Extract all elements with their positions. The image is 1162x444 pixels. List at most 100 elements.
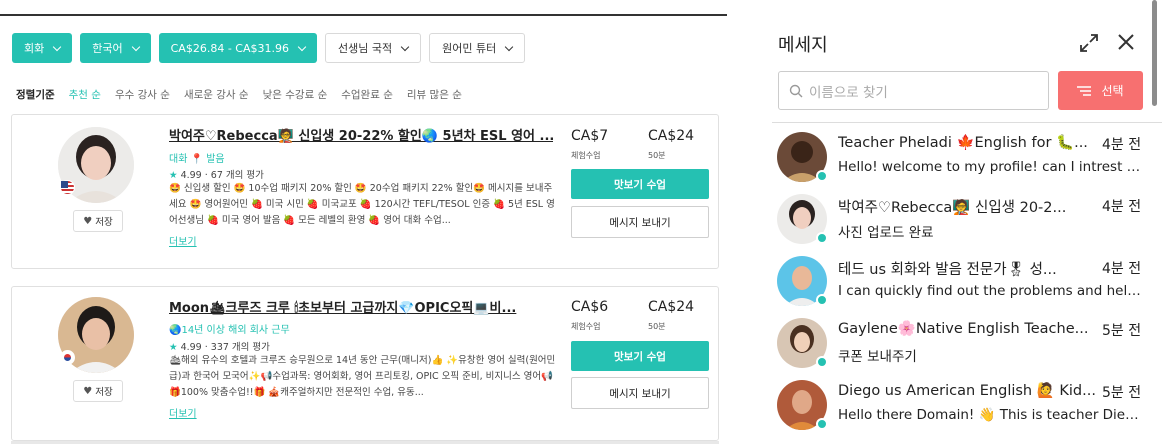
conversation-time: 4분 전 [1102, 137, 1142, 153]
save-button[interactable]: ♥ 저장 [73, 210, 123, 232]
review-count: 337 개의 평가 [210, 342, 270, 353]
filter-label: 회화 [24, 42, 45, 55]
online-indicator [816, 356, 828, 368]
sort-option-low-price[interactable]: 낮은 수강료 순 [263, 87, 328, 102]
trial-price-label: 체험수업 [571, 322, 601, 331]
sort-option-reviews[interactable]: 리뷰 많은 순 [407, 87, 462, 102]
filter-lines-icon [1077, 85, 1092, 96]
more-link[interactable]: 더보기 [169, 233, 197, 248]
panel-divider [772, 122, 1162, 123]
message-panel: 메세지 이름으로 찾기 선택 Teacher Pheladi 🍁English … [772, 0, 1162, 444]
conversation-name: Gaylene🌸Native English Teache... [838, 321, 1089, 337]
tutor-description: 🛳해외 유수의 호텔과 크루즈 승무원으로 14년 동안 근무(매니저)👍 ✨유… [169, 355, 556, 398]
filter-label: 선생님 국적 [337, 42, 393, 55]
conversation-time: 4분 전 [1102, 261, 1142, 277]
chevron-down-icon [131, 42, 140, 51]
conversation-name: 박여주♡Rebecca🧑‍🏫 신입생 20-2... [838, 200, 1067, 216]
kr-flag-icon [60, 350, 75, 365]
tutor-card[interactable]: ♥ 저장 박여주♡Rebecca🧑‍🏫 신입생 20-22% 할인🌏 5년차 ES… [11, 114, 719, 269]
review-count: 67 개의 평가 [210, 170, 264, 181]
tutor-description: 🤩 신입생 할인 🤩 10수업 패키지 20% 할인 🤩 20수업 패키지 22… [169, 183, 555, 226]
trial-price-label: 체험수업 [571, 151, 601, 160]
trial-lesson-button[interactable]: 맛보기 수업 [571, 341, 709, 371]
close-icon[interactable] [1116, 32, 1136, 52]
chevron-down-icon [504, 42, 514, 51]
sort-option-top-tutor[interactable]: 우수 강사 순 [115, 87, 170, 102]
search-placeholder: 이름으로 찾기 [809, 84, 888, 101]
conversation-item[interactable]: Gaylene🌸Native English Teache... 5분 전 쿠폰… [772, 310, 1152, 372]
conversation-item[interactable]: Diego us American English 🙋 Kid... 5분 전 … [772, 372, 1152, 434]
sort-option-lessons[interactable]: 수업완료 순 [341, 87, 393, 102]
trial-price: CA$6 [571, 299, 609, 315]
conversation-name: Diego us American English 🙋 Kid... [838, 383, 1096, 399]
conversation-preview: 쿠폰 보내주기 [838, 349, 917, 365]
select-label: 선택 [1101, 84, 1124, 98]
select-button[interactable]: 선택 [1058, 71, 1143, 110]
us-flag-icon [60, 180, 75, 195]
filter-native[interactable]: 원어민 튜터 [429, 33, 526, 63]
chevron-down-icon [53, 42, 62, 51]
tutor-name[interactable]: 박여주♡Rebecca🧑‍🏫 신입생 20-22% 할인🌏 5년차 ESL 영어… [169, 125, 553, 144]
conversation-preview: I can quickly find out the problems and … [838, 283, 1144, 299]
lesson-price: CA$24 [648, 299, 695, 315]
chevron-down-icon [297, 42, 307, 51]
lesson-price-label: 50분 [648, 322, 666, 331]
conversation-time: 5분 전 [1102, 385, 1142, 401]
conversation-time: 5분 전 [1102, 323, 1142, 339]
search-input[interactable]: 이름으로 찾기 [778, 71, 1049, 110]
send-message-button[interactable]: 메시지 보내기 [571, 377, 709, 409]
filter-subject[interactable]: 회화 [12, 33, 73, 63]
filter-label: CA$26.84 - CA$31.96 [170, 41, 289, 55]
save-label: 저장 [95, 217, 113, 228]
lesson-price-label: 50분 [648, 151, 666, 160]
online-indicator [816, 294, 828, 306]
filter-price[interactable]: CA$26.84 - CA$31.96 [158, 33, 317, 63]
conversation-item[interactable]: 테드 us 회화와 발음 전문가🎖 성... 4분 전 I can quickl… [772, 248, 1152, 310]
conversation-item[interactable]: 박여주♡Rebecca🧑‍🏫 신입생 20-2... 4분 전 사진 업로드 완… [772, 186, 1152, 248]
rating-value: 4.99 [180, 342, 202, 353]
trial-price: CA$7 [571, 128, 609, 144]
panel-title: 메세지 [778, 35, 828, 56]
top-divider [0, 14, 727, 16]
tutor-card[interactable]: ♥ 저장 Moon🛳크루즈 크루 🕯초보부터 고급까지💎OPIC오픽💻비... 🌏… [11, 286, 719, 441]
conversation-preview: Hello there Domain! 👋 This is teacher Di… [838, 407, 1144, 423]
rating-value: 4.99 [180, 170, 202, 181]
conversation-preview: 사진 업로드 완료 [838, 225, 934, 241]
conversation-name: Teacher Pheladi 🍁English for 🐛... [838, 135, 1088, 151]
more-link[interactable]: 더보기 [169, 405, 197, 420]
filter-nationality[interactable]: 선생님 국적 [324, 33, 422, 63]
filter-language[interactable]: 한국어 [80, 33, 151, 63]
online-indicator [816, 170, 828, 182]
online-indicator [816, 232, 828, 244]
conversation-name: 테드 us 회화와 발음 전문가🎖 성... [838, 262, 1057, 278]
search-icon [789, 84, 803, 97]
send-message-button[interactable]: 메시지 보내기 [571, 206, 709, 238]
panel-scrollbar[interactable] [1152, 0, 1157, 106]
heart-icon: ♥ [83, 385, 93, 397]
tutor-tags: 🌏14년 이상 해외 회사 근무 [169, 325, 290, 336]
sort-label: 정렬기준 [16, 89, 55, 101]
sort-bar: 정렬기준 추천 순 우수 강사 순 새로운 강사 순 낮은 수강료 순 수업완료… [16, 87, 462, 102]
expand-icon[interactable] [1078, 32, 1100, 54]
tutor-rating: ★ 4.99 · 337 개의 평가 [169, 342, 270, 353]
tutor-rating: ★ 4.99 · 67 개의 평가 [169, 170, 264, 181]
sort-option-recommended[interactable]: 추천 순 [69, 87, 101, 102]
trial-lesson-button[interactable]: 맛보기 수업 [571, 169, 709, 199]
filter-label: 원어민 튜터 [442, 42, 497, 55]
save-label: 저장 [95, 387, 113, 398]
filter-label: 한국어 [92, 42, 123, 55]
tutor-tags: 대화 📍 발음 [169, 154, 225, 165]
star-icon: ★ [169, 342, 178, 353]
lesson-price: CA$24 [648, 128, 695, 144]
star-icon: ★ [169, 170, 178, 181]
save-button[interactable]: ♥ 저장 [73, 380, 123, 402]
conversation-preview: Hello! welcome to my profile! can I intr… [838, 159, 1144, 175]
conversation-time: 4분 전 [1102, 199, 1142, 215]
chevron-down-icon [400, 42, 410, 51]
sort-option-new[interactable]: 새로운 강사 순 [184, 87, 249, 102]
tutor-name[interactable]: Moon🛳크루즈 크루 🕯초보부터 고급까지💎OPIC오픽💻비... [169, 297, 553, 316]
filter-bar: 회화 한국어 CA$26.84 - CA$31.96 선생님 국적 원어민 튜터 [12, 33, 526, 63]
online-indicator [816, 418, 828, 430]
heart-icon: ♥ [83, 215, 93, 227]
conversation-item[interactable]: Teacher Pheladi 🍁English for 🐛... 4분 전 H… [772, 124, 1152, 186]
